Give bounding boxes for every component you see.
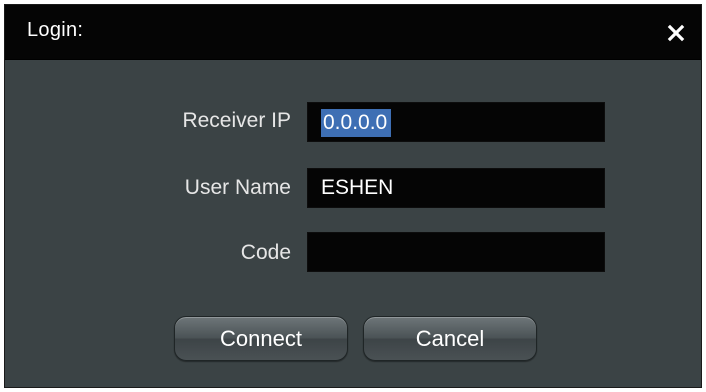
receiver-ip-value: 0.0.0.0 xyxy=(321,109,392,137)
close-icon[interactable] xyxy=(665,22,687,44)
code-label: Code xyxy=(240,241,291,264)
login-dialog: Login: Receiver IP 0.0.0.0 User Name Cod… xyxy=(4,4,702,388)
receiver-ip-label: Receiver IP xyxy=(182,109,291,132)
user-name-label: User Name xyxy=(184,176,291,199)
receiver-ip-field[interactable]: 0.0.0.0 xyxy=(307,102,605,142)
title-bar: Login: xyxy=(5,5,701,60)
code-field[interactable] xyxy=(307,232,605,272)
connect-button[interactable]: Connect xyxy=(174,316,348,361)
dialog-title: Login: xyxy=(27,19,84,41)
cancel-button[interactable]: Cancel xyxy=(363,316,537,361)
user-name-field[interactable] xyxy=(307,168,605,208)
